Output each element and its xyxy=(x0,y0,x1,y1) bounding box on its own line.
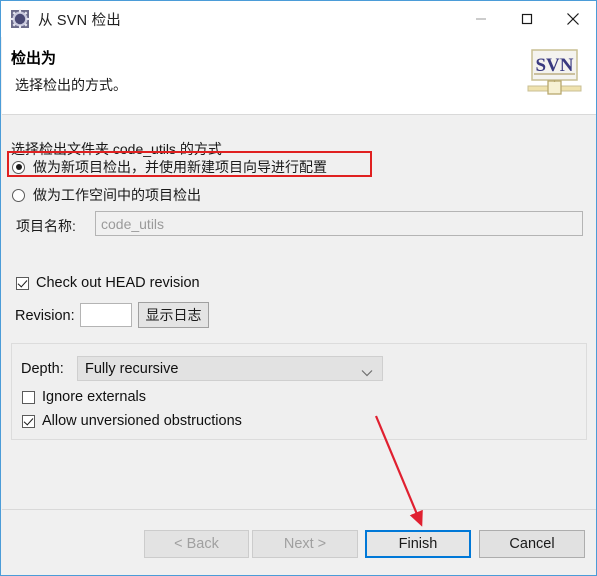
chevron-down-icon xyxy=(361,365,373,383)
wizard-footer: < Back Next > Finish Cancel xyxy=(2,509,596,575)
project-name-input[interactable] xyxy=(95,211,583,236)
depth-options-group: Depth: Fully recursive Ignore externals … xyxy=(11,343,587,440)
checkbox-label: Allow unversioned obstructions xyxy=(42,413,242,429)
radio-indicator xyxy=(12,188,25,202)
checkbox-label: Check out HEAD revision xyxy=(36,275,200,291)
next-button[interactable]: Next > xyxy=(252,530,358,558)
wizard-header: 检出为 选择检出的方式。 SVN xyxy=(2,37,596,115)
show-log-button[interactable]: 显示日志 xyxy=(138,302,209,328)
checkbox-allow-unversioned-obstructions[interactable]: Allow unversioned obstructions xyxy=(22,413,242,429)
close-button[interactable] xyxy=(550,1,596,37)
maximize-button[interactable] xyxy=(504,1,550,37)
checkbox-label: Ignore externals xyxy=(42,389,146,405)
checkbox-head-revision[interactable]: Check out HEAD revision xyxy=(16,275,200,291)
finish-button[interactable]: Finish xyxy=(365,530,471,558)
svn-checkout-icon xyxy=(10,9,30,29)
checkbox-ignore-externals[interactable]: Ignore externals xyxy=(22,389,146,405)
minimize-button[interactable] xyxy=(458,1,504,37)
checkbox-indicator xyxy=(22,390,35,404)
back-button[interactable]: < Back xyxy=(144,530,249,558)
svg-text:SVN: SVN xyxy=(535,55,573,76)
radio-indicator xyxy=(12,160,25,174)
title-bar[interactable]: 从 SVN 检出 xyxy=(1,1,596,37)
revision-input[interactable] xyxy=(80,303,132,327)
page-title: 检出为 xyxy=(11,50,57,67)
checkbox-indicator xyxy=(22,414,35,428)
checkbox-indicator xyxy=(16,276,29,290)
revision-label: Revision: xyxy=(15,308,75,324)
svn-checkout-dialog: 从 SVN 检出 检出为 选择检出的方式。 SVN 选择检出文件夹 code_u… xyxy=(0,0,597,576)
wizard-body: 选择检出文件夹 code_utils 的方式 做为新项目检出，并使用新建项目向导… xyxy=(2,115,596,509)
radio-label: 做为新项目检出，并使用新建项目向导进行配置 xyxy=(33,159,327,175)
depth-dropdown[interactable]: Fully recursive xyxy=(77,356,383,381)
depth-selected-value: Fully recursive xyxy=(85,360,179,377)
radio-checkout-into-workspace[interactable]: 做为工作空间中的项目检出 xyxy=(12,185,201,205)
window-title: 从 SVN 检出 xyxy=(38,12,121,29)
depth-label: Depth: xyxy=(21,361,64,377)
window-controls xyxy=(458,1,596,37)
page-description: 选择检出的方式。 xyxy=(15,77,127,93)
radio-label: 做为工作空间中的项目检出 xyxy=(33,187,201,203)
project-name-label: 项目名称: xyxy=(16,218,76,234)
radio-checkout-as-new-project[interactable]: 做为新项目检出，并使用新建项目向导进行配置 xyxy=(12,157,327,177)
cancel-button[interactable]: Cancel xyxy=(479,530,585,558)
choose-mode-label: 选择检出文件夹 code_utils 的方式 xyxy=(11,141,222,157)
svn-logo-icon: SVN xyxy=(526,48,583,100)
